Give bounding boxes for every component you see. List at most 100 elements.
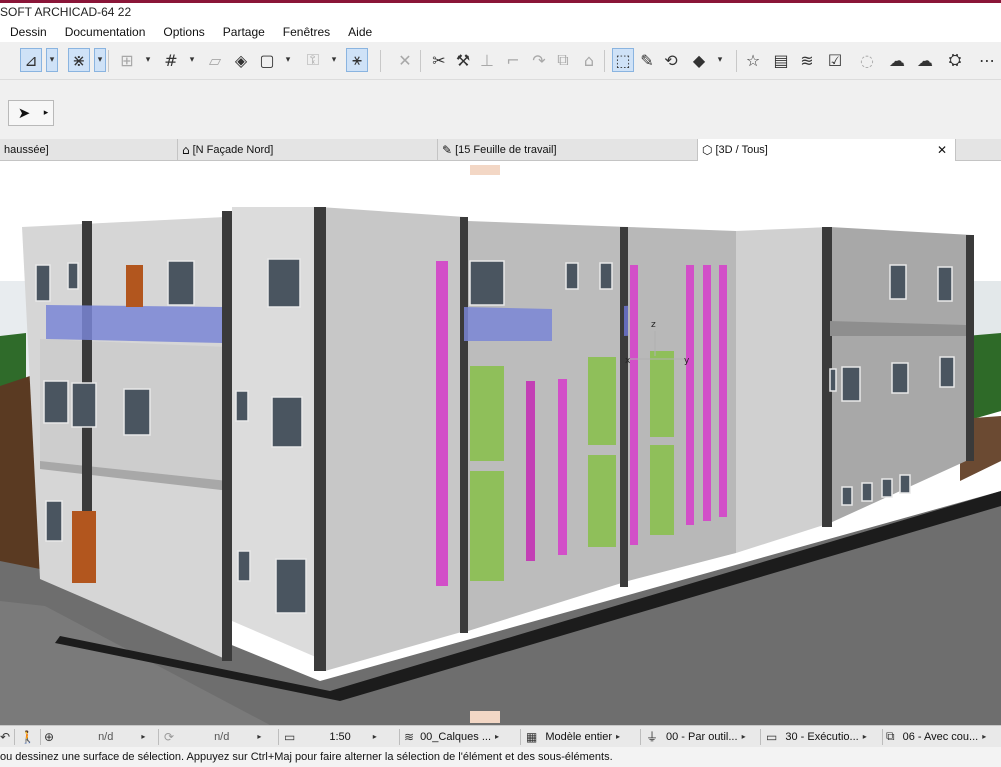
chat-icon[interactable]: ◌ — [856, 48, 878, 72]
entry-door — [72, 511, 96, 583]
snap-points-icon[interactable]: ⊞ — [116, 48, 138, 72]
dropdown-arrow-icon[interactable]: ▾ — [46, 48, 58, 72]
tools-icon[interactable]: ⛭ — [944, 48, 966, 72]
navigation-handle-bottom[interactable] — [470, 711, 500, 723]
pencil-icon[interactable]: ✎ — [636, 48, 658, 72]
toolbar-separator — [736, 50, 737, 72]
undo-button[interactable]: ↶ — [0, 726, 12, 747]
green-glazing — [470, 471, 504, 581]
layers-control[interactable]: ≋ 00_Calques ... ▸ — [404, 726, 519, 747]
model-view-options-control[interactable]: ▭ 30 - Exécutio... ▸ — [766, 726, 880, 747]
cloud-send-icon[interactable]: ☁ — [886, 48, 908, 72]
zoom-control[interactable]: ⊕ n/d ▸ — [44, 726, 154, 747]
scale-value: 1:50 — [329, 730, 351, 743]
menu-bar: Dessin Documentation Options Partage Fenêtre… — [0, 22, 1001, 42]
grid-icon[interactable]: # — [160, 48, 182, 72]
expand-arrow-icon[interactable]: ▸ — [39, 108, 53, 118]
green-glazing — [650, 351, 674, 437]
dropdown-arrow-icon[interactable]: ▾ — [186, 48, 198, 72]
green-glazing — [650, 445, 674, 535]
angle-control[interactable]: ⟳ n/d ▸ — [164, 726, 274, 747]
walk-button[interactable]: 🚶 — [20, 726, 36, 747]
chart-icon[interactable]: ▤ — [770, 48, 792, 72]
elevation-icon: ⌂ — [182, 143, 190, 157]
navigation-handle-top[interactable] — [470, 165, 500, 175]
angle-snap-icon[interactable]: ⊿ — [20, 48, 42, 72]
dropdown-arrow-icon[interactable]: ▾ — [94, 48, 106, 72]
status-separator — [399, 729, 400, 745]
expand-arrow-icon: ▸ — [372, 732, 377, 741]
layers-icon[interactable]: ≋ — [796, 48, 818, 72]
arrow-tool-button[interactable]: ➤ ▸ — [8, 100, 54, 126]
dropdown-arrow-icon[interactable]: ▾ — [282, 48, 294, 72]
dropdown-arrow-icon[interactable]: ▾ — [714, 48, 726, 72]
angle-value: n/d — [214, 730, 230, 743]
hammer-icon[interactable]: ⚒ — [452, 48, 474, 72]
status-separator — [158, 729, 159, 745]
corner-icon[interactable]: ⌐ — [502, 48, 524, 72]
menu-item-aide[interactable]: Aide — [338, 22, 380, 42]
undo-icon: ↶ — [0, 729, 11, 744]
central-column — [460, 217, 468, 633]
dropdown-arrow-icon[interactable]: ▾ — [142, 48, 154, 72]
axis-label-z: z — [651, 320, 656, 330]
zoom-value: n/d — [98, 730, 114, 743]
toolbar-separator — [420, 50, 421, 72]
pink-glazing — [703, 265, 711, 521]
lock-icon[interactable]: ⚿ — [302, 48, 324, 72]
magic-wand-icon[interactable]: ⚹ — [346, 48, 368, 72]
group-icon[interactable]: ⧉ — [552, 48, 574, 72]
diamond-icon[interactable]: ◆ — [688, 48, 710, 72]
tab-facade-nord[interactable]: ⌂ [N Façade Nord] — [178, 139, 438, 161]
slab-icon[interactable]: ▱ — [204, 48, 226, 72]
status-separator — [640, 729, 641, 745]
more-icon[interactable]: ⋯ — [976, 48, 998, 72]
menu-item-fen-tres[interactable]: Fenêtres — [273, 22, 338, 42]
star-icon[interactable]: ☆ — [742, 48, 764, 72]
model-view-control[interactable]: ▦ Modèle entier ▸ — [526, 726, 636, 747]
tab-3d-tous[interactable]: ⬡ [3D / Tous] ✕ — [698, 139, 956, 161]
zoom-icon: ⊕ — [44, 729, 55, 744]
pointer-icon: ➤ — [17, 104, 31, 122]
close-icon[interactable]: ✕ — [937, 143, 947, 157]
sync-icon[interactable]: ⟲ — [660, 48, 682, 72]
guide-lines-icon[interactable]: ⋇ — [68, 48, 90, 72]
layers-value: 00_Calques ... — [420, 730, 491, 743]
checklist-icon[interactable]: ☑ — [824, 48, 846, 72]
rectangle-icon[interactable]: ▢ — [256, 48, 278, 72]
trim-icon[interactable]: ⊥ — [476, 48, 498, 72]
view-options-icon: ▭ — [766, 729, 778, 744]
menu-item-partage[interactable]: Partage — [213, 22, 273, 42]
renovation-filter-control[interactable]: ⧉ 06 - Avec cou... ▸ — [886, 726, 1001, 747]
right-column — [966, 235, 974, 461]
plane-icon[interactable]: ◈ — [230, 48, 252, 72]
cross-icon[interactable]: ✕ — [394, 48, 416, 72]
pen-set-control[interactable]: ⏚ 00 - Par outil... ▸ — [646, 726, 756, 747]
status-separator — [14, 729, 15, 745]
menu-item-dessin[interactable]: Dessin — [0, 22, 55, 42]
toolbar-separator — [380, 50, 381, 72]
tab-feuille-de-travail[interactable]: ✎ [15 Feuille de travail] — [438, 139, 698, 161]
scissors-icon[interactable]: ✂ — [428, 48, 450, 72]
walk-icon: 🚶 — [20, 729, 35, 744]
menu-item-options[interactable]: Options — [153, 22, 212, 42]
selection-icon[interactable]: ⬚ — [612, 48, 634, 72]
tab-rez-de-chaussee[interactable]: haussée] — [0, 139, 178, 161]
pen-value: 00 - Par outil... — [666, 730, 738, 743]
scale-control[interactable]: ▭ 1:50 ▸ — [284, 726, 394, 747]
expand-arrow-icon: ▸ — [616, 732, 621, 741]
curve-icon[interactable]: ↷ — [528, 48, 550, 72]
cloud-receive-icon[interactable]: ☁ — [914, 48, 936, 72]
menu-item-documentation[interactable]: Documentation — [55, 22, 154, 42]
3d-model-viewport[interactable]: z x y — [0, 161, 1001, 725]
central-column — [314, 207, 326, 671]
window-title: SOFT ARCHICAD-64 22 — [0, 5, 132, 19]
status-separator — [882, 729, 883, 745]
dropdown-arrow-icon[interactable]: ▾ — [328, 48, 340, 72]
house-icon[interactable]: ⌂ — [578, 48, 600, 72]
axis-label-y: y — [684, 356, 690, 366]
hint-text: ou dessinez une surface de sélection. Ap… — [0, 751, 613, 763]
tab-label: [3D / Tous] — [715, 144, 768, 156]
building-3d-render[interactable]: z x y — [0, 161, 1001, 725]
expand-arrow-icon: ▸ — [257, 732, 262, 741]
